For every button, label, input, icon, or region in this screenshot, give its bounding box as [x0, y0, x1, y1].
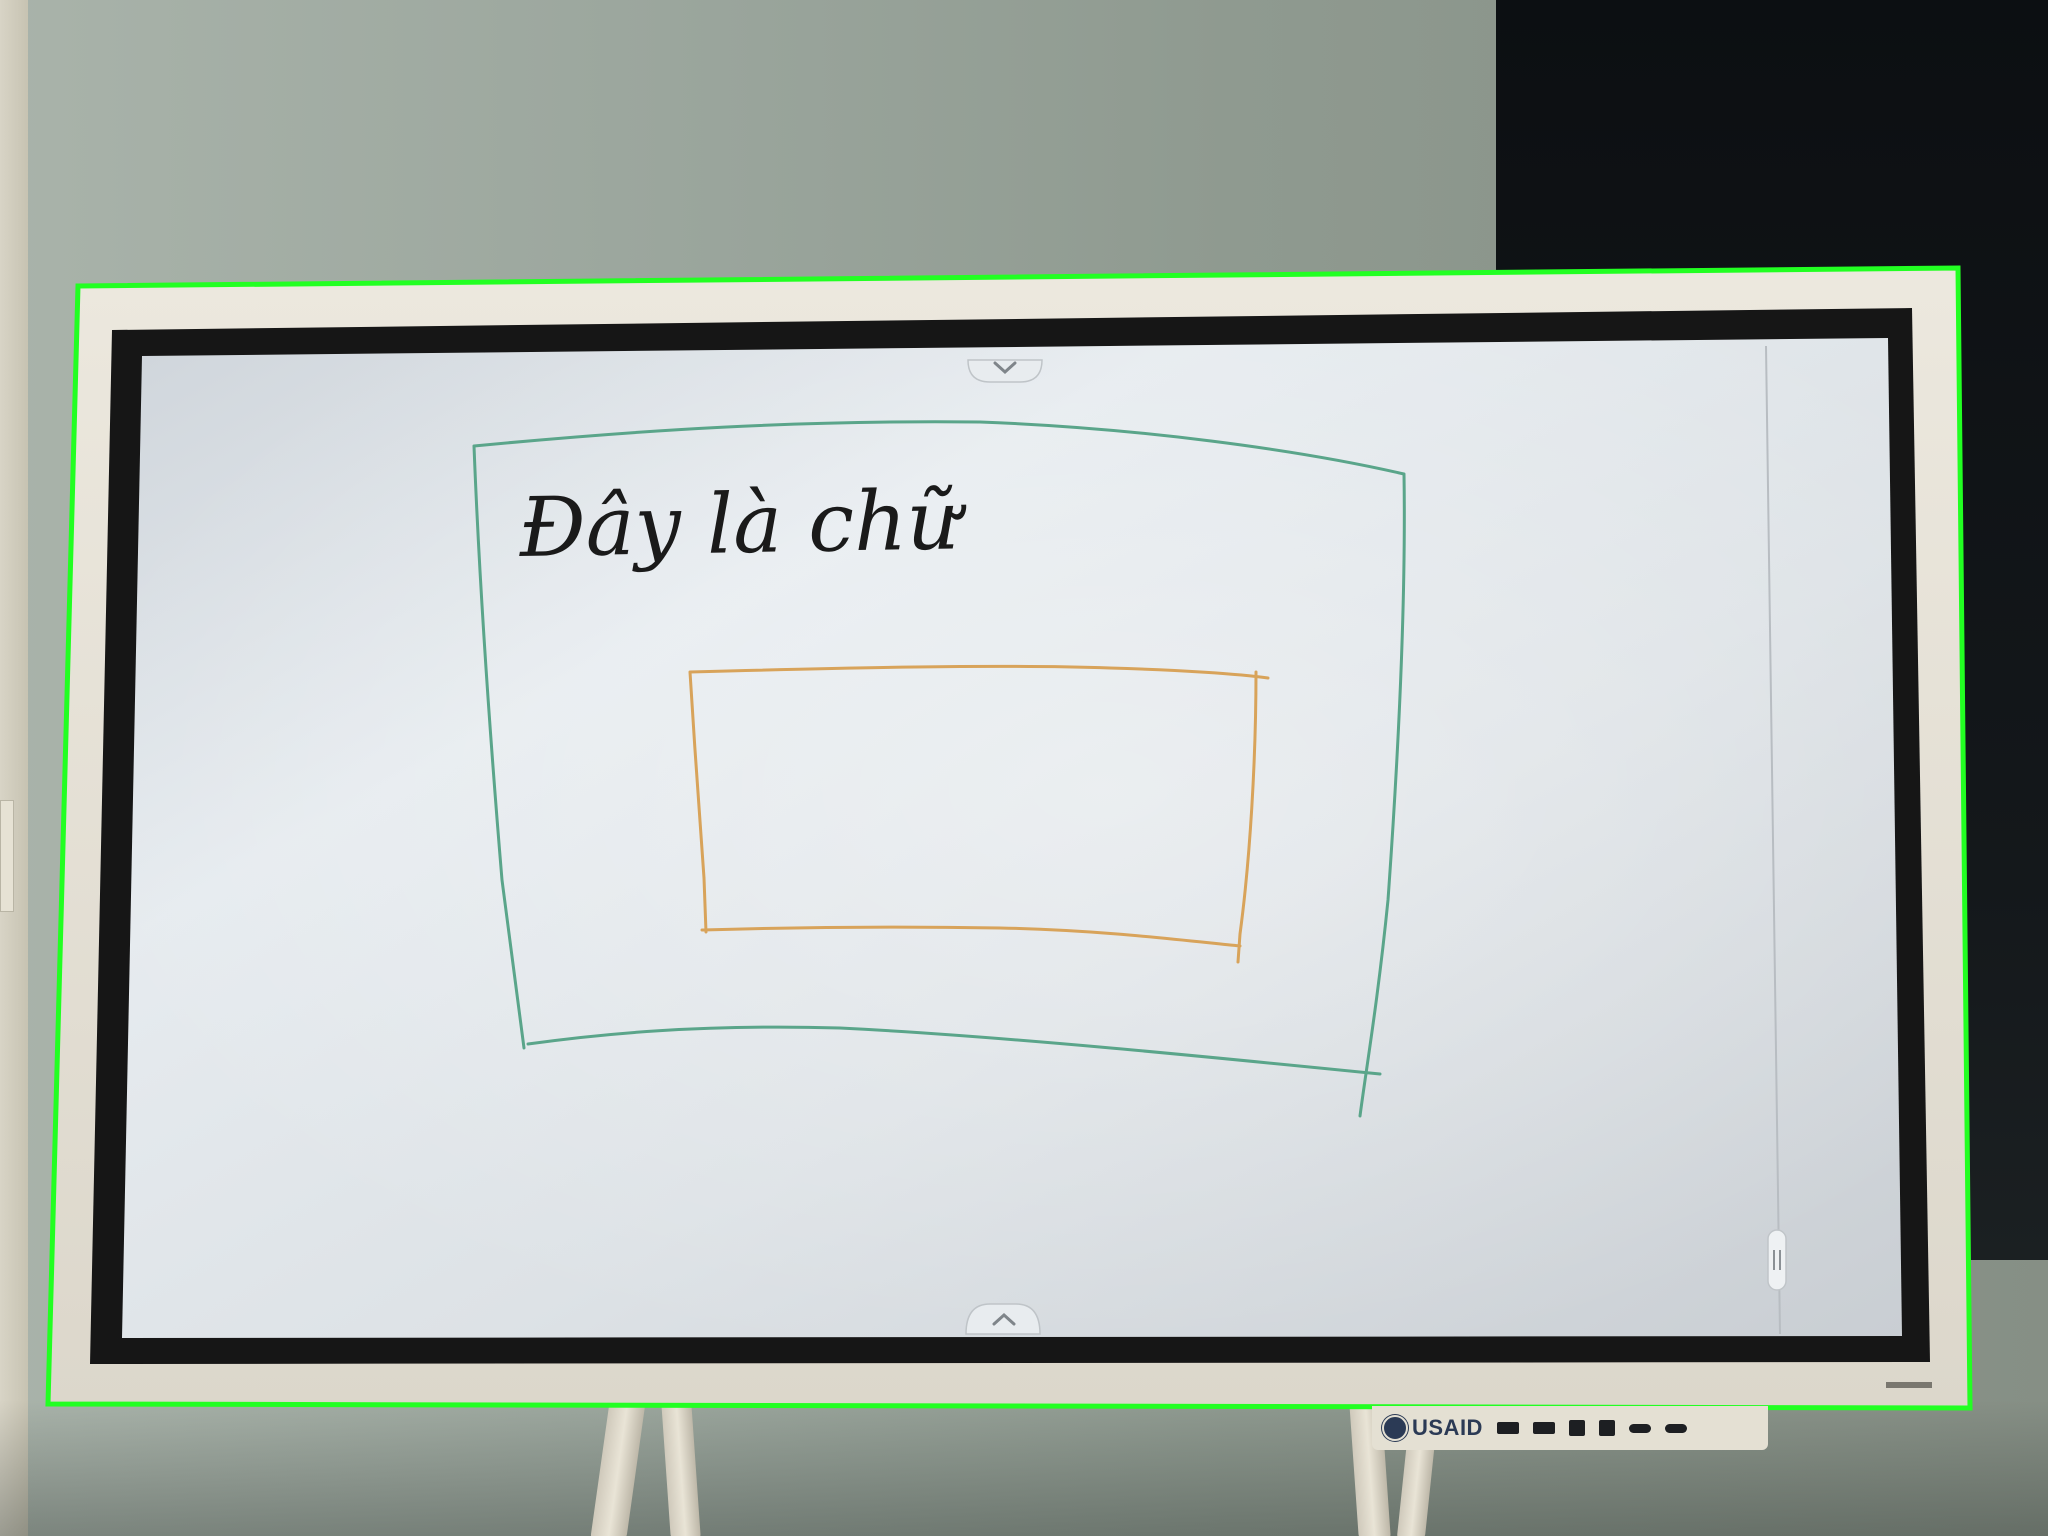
port-icon: [1628, 1423, 1651, 1433]
port-icon: [1598, 1420, 1615, 1436]
port-icon: [1496, 1422, 1519, 1434]
port-icon: [1532, 1422, 1555, 1434]
port-panel: USAID: [1372, 1406, 1768, 1450]
port-icon: [1568, 1420, 1585, 1436]
chevron-up-icon[interactable]: [965, 1303, 1041, 1335]
handwritten-text: Đây là chữ: [518, 473, 968, 576]
side-handle-icon[interactable]: [1767, 1229, 1787, 1291]
brand-badge: [1886, 1382, 1932, 1388]
whiteboard-display: Đây là chữ: [45, 265, 1973, 1411]
photo-scene: Đây là chữ USAID: [0, 0, 2048, 1536]
chevron-down-icon[interactable]: [967, 359, 1043, 383]
usaid-sticker: USAID: [1382, 1415, 1483, 1441]
screen-glare: [122, 338, 1902, 1338]
port-icon: [1664, 1423, 1687, 1433]
usaid-label: USAID: [1412, 1415, 1483, 1440]
usaid-seal-icon: [1382, 1415, 1408, 1441]
